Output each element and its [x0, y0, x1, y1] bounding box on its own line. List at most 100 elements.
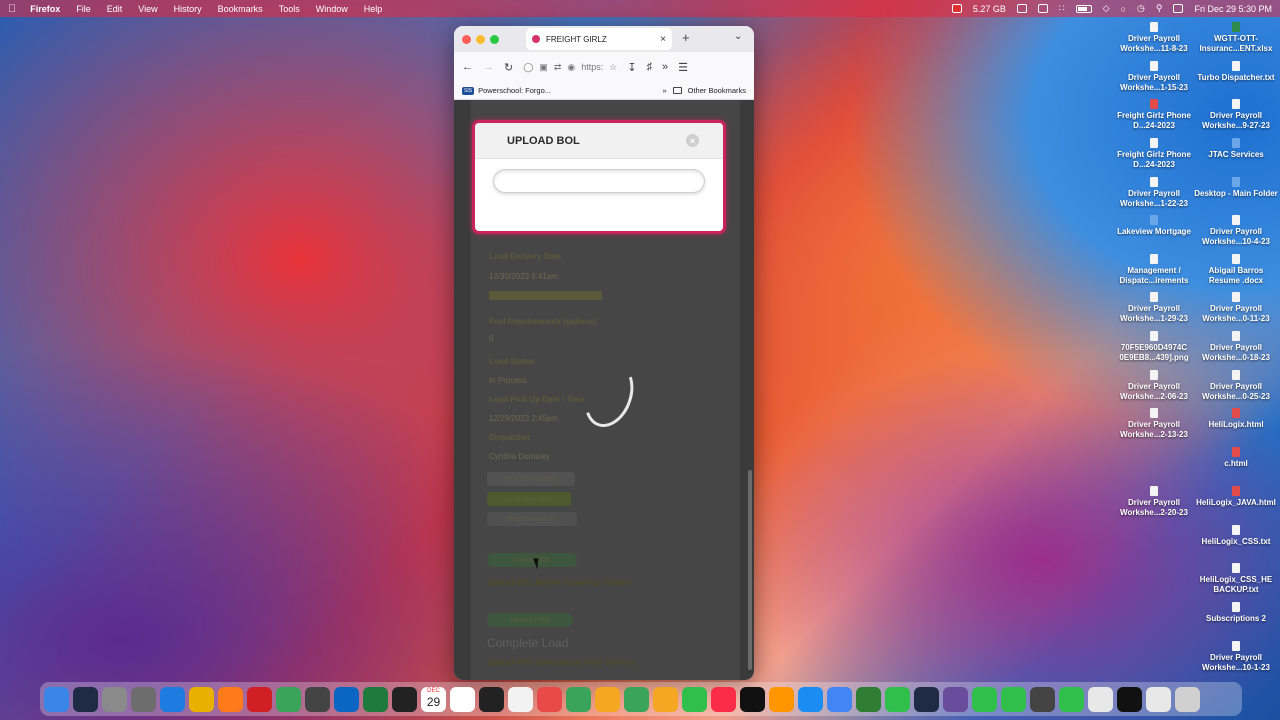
text-eta-button[interactable]: Text ETA Update	[487, 472, 575, 486]
desktop-icon[interactable]: Driver Payroll Workshe...1-15-23	[1112, 61, 1196, 93]
desktop-icon[interactable]: c.html	[1194, 447, 1278, 469]
load-map-button[interactable]: Load Map View	[487, 492, 571, 506]
desktop-icon[interactable]: Turbo Dispatcher.txt	[1194, 61, 1278, 83]
dock-app-icon[interactable]	[1030, 686, 1055, 712]
wifi-icon[interactable]: ◇	[1103, 3, 1110, 14]
menu-help[interactable]: Help	[364, 4, 383, 14]
extension-icon[interactable]	[1016, 4, 1027, 13]
desktop-icon[interactable]: Driver Payroll Workshe...0-11-23	[1194, 292, 1278, 324]
modal-close-icon[interactable]: ×	[686, 134, 699, 147]
menu-window[interactable]: Window	[316, 4, 348, 14]
desktop-icon[interactable]: JTAC Services	[1194, 138, 1278, 160]
dock-app-icon[interactable]	[508, 686, 533, 712]
desktop-icon[interactable]: Driver Payroll Workshe...0-18-23	[1194, 331, 1278, 363]
bookmarks-overflow-icon[interactable]: »	[662, 86, 666, 95]
desktop-icon[interactable]: Driver Payroll Workshe...2-13-23	[1112, 408, 1196, 440]
dock-app-icon[interactable]	[740, 686, 765, 712]
bookmark-star-icon[interactable]: ☆	[609, 62, 617, 73]
screen-icon[interactable]	[1037, 4, 1048, 13]
dock-app-icon[interactable]	[885, 686, 910, 712]
desktop-icon[interactable]: HeliLogix_CSS_HE BACKUP.txt	[1194, 563, 1278, 595]
menu-bookmarks[interactable]: Bookmarks	[218, 4, 263, 14]
desktop-icon[interactable]: Driver Payroll Workshe...9-27-23	[1194, 99, 1278, 131]
desktop-icon[interactable]: Driver Payroll Workshe...2-06-23	[1112, 370, 1196, 402]
control-center-icon[interactable]	[1173, 4, 1184, 13]
desktop-icon[interactable]: HeliLogix.html	[1194, 408, 1278, 430]
user-icon[interactable]: ○	[1121, 4, 1126, 14]
dock-app-icon[interactable]	[1117, 686, 1142, 712]
desktop-icon[interactable]: Freight Girlz Phone D...24-2023	[1112, 138, 1196, 170]
dock-app-icon[interactable]	[653, 686, 678, 712]
shop-contact-button[interactable]: Shop Contact Dr.	[487, 512, 577, 526]
tab-freight-girlz[interactable]: FREIGHT GIRLZ ×	[526, 28, 672, 50]
time-machine-icon[interactable]: ◷	[1137, 3, 1145, 14]
menu-history[interactable]: History	[174, 4, 202, 14]
dock-app-icon[interactable]	[276, 686, 301, 712]
extensions-icon[interactable]: ♯	[647, 61, 653, 73]
desktop-icon[interactable]: 70F5E960D4974C 0E9EB8...439].png	[1112, 331, 1196, 363]
dock-app-icon[interactable]	[305, 686, 330, 712]
dock-app-icon[interactable]	[1059, 686, 1084, 712]
desktop-icon[interactable]: Lakeview Mortgage	[1112, 215, 1196, 237]
dock-app-icon[interactable]	[595, 686, 620, 712]
desktop-icon[interactable]: Driver Payroll Workshe...0-25-23	[1194, 370, 1278, 402]
upload-bol-button[interactable]: Upload BOL	[487, 553, 577, 567]
upload-pod-button[interactable]: Upload POD	[487, 613, 573, 627]
menu-app-name[interactable]: Firefox	[30, 4, 60, 14]
dock-app-icon[interactable]	[769, 686, 794, 712]
dock-app-icon[interactable]	[218, 686, 243, 712]
overflow-chevron-icon[interactable]: »	[662, 61, 668, 73]
close-tab-icon[interactable]: ×	[660, 34, 666, 45]
apple-menu-icon[interactable]: 	[8, 3, 16, 15]
storage-indicator[interactable]: 5.27 GB	[973, 4, 1006, 14]
reload-icon[interactable]: ↻	[504, 61, 513, 74]
dock-app-icon[interactable]	[914, 686, 939, 712]
desktop-icon[interactable]: Subscriptions 2	[1194, 602, 1278, 624]
desktop-icon[interactable]: Driver Payroll Workshe...11-8-23	[1112, 22, 1196, 54]
desktop-icon[interactable]: Driver Payroll Workshe...10-1-23	[1194, 641, 1278, 673]
dock-app-icon[interactable]	[131, 686, 156, 712]
bookmark-powerschool[interactable]: Powerschool: Forgo...	[478, 86, 551, 95]
dock-app-icon[interactable]	[450, 686, 475, 712]
scrollbar[interactable]	[748, 470, 752, 670]
dock-app-icon[interactable]	[363, 686, 388, 712]
minimize-window-button[interactable]	[476, 34, 485, 44]
dock-app-icon[interactable]	[537, 686, 562, 712]
other-bookmarks[interactable]: Other Bookmarks	[688, 86, 746, 95]
dock-app-icon[interactable]	[827, 686, 852, 712]
desktop-icon[interactable]: Driver Payroll Workshe...1-29-23	[1112, 292, 1196, 324]
url-bar[interactable]: ◯ ▣ ⇄ ◉ https: ☆	[523, 62, 617, 73]
desktop-icon[interactable]: Driver Payroll Workshe...2-20-23	[1112, 486, 1196, 518]
dock-app-icon[interactable]	[943, 686, 968, 712]
desktop-icon[interactable]: Freight Girlz Phone D...24-2023	[1112, 99, 1196, 131]
download-icon[interactable]: ↧	[627, 61, 636, 74]
new-tab-icon[interactable]: +	[682, 30, 690, 45]
dock-app-icon[interactable]	[624, 686, 649, 712]
menu-tools[interactable]: Tools	[279, 4, 300, 14]
dock-app-icon[interactable]	[566, 686, 591, 712]
bol-file-input[interactable]	[493, 169, 705, 193]
battery-icon[interactable]	[1075, 4, 1092, 13]
forward-arrow-icon[interactable]: →	[483, 61, 494, 73]
dock-app-icon[interactable]	[247, 686, 272, 712]
dock-app-icon[interactable]	[798, 686, 823, 712]
dock-app-icon[interactable]	[73, 686, 98, 712]
clock[interactable]: Fri Dec 29 5:30 PM	[1194, 4, 1272, 14]
dock-app-icon[interactable]	[1146, 686, 1171, 712]
back-arrow-icon[interactable]: ←	[462, 61, 473, 73]
dock-app-icon[interactable]	[856, 686, 881, 712]
menu-edit[interactable]: Edit	[107, 4, 123, 14]
menu-file[interactable]: File	[76, 4, 91, 14]
dock-app-icon[interactable]	[160, 686, 185, 712]
desktop-icon[interactable]: Driver Payroll Workshe...10-4-23	[1194, 215, 1278, 247]
dock-app-icon[interactable]	[334, 686, 359, 712]
hamburger-menu-icon[interactable]: ☰	[678, 61, 688, 74]
dock-app-icon[interactable]	[102, 686, 127, 712]
zoom-window-button[interactable]	[490, 34, 499, 44]
dock-app-icon[interactable]	[392, 686, 417, 712]
dock-app-icon[interactable]	[711, 686, 736, 712]
calendar-app-icon[interactable]: DEC 29	[421, 686, 446, 712]
desktop-icon[interactable]: HeliLogix_CSS.txt	[1194, 525, 1278, 547]
desktop-icon[interactable]: Driver Payroll Workshe...1-22-23	[1112, 177, 1196, 209]
dock-app-icon[interactable]	[682, 686, 707, 712]
